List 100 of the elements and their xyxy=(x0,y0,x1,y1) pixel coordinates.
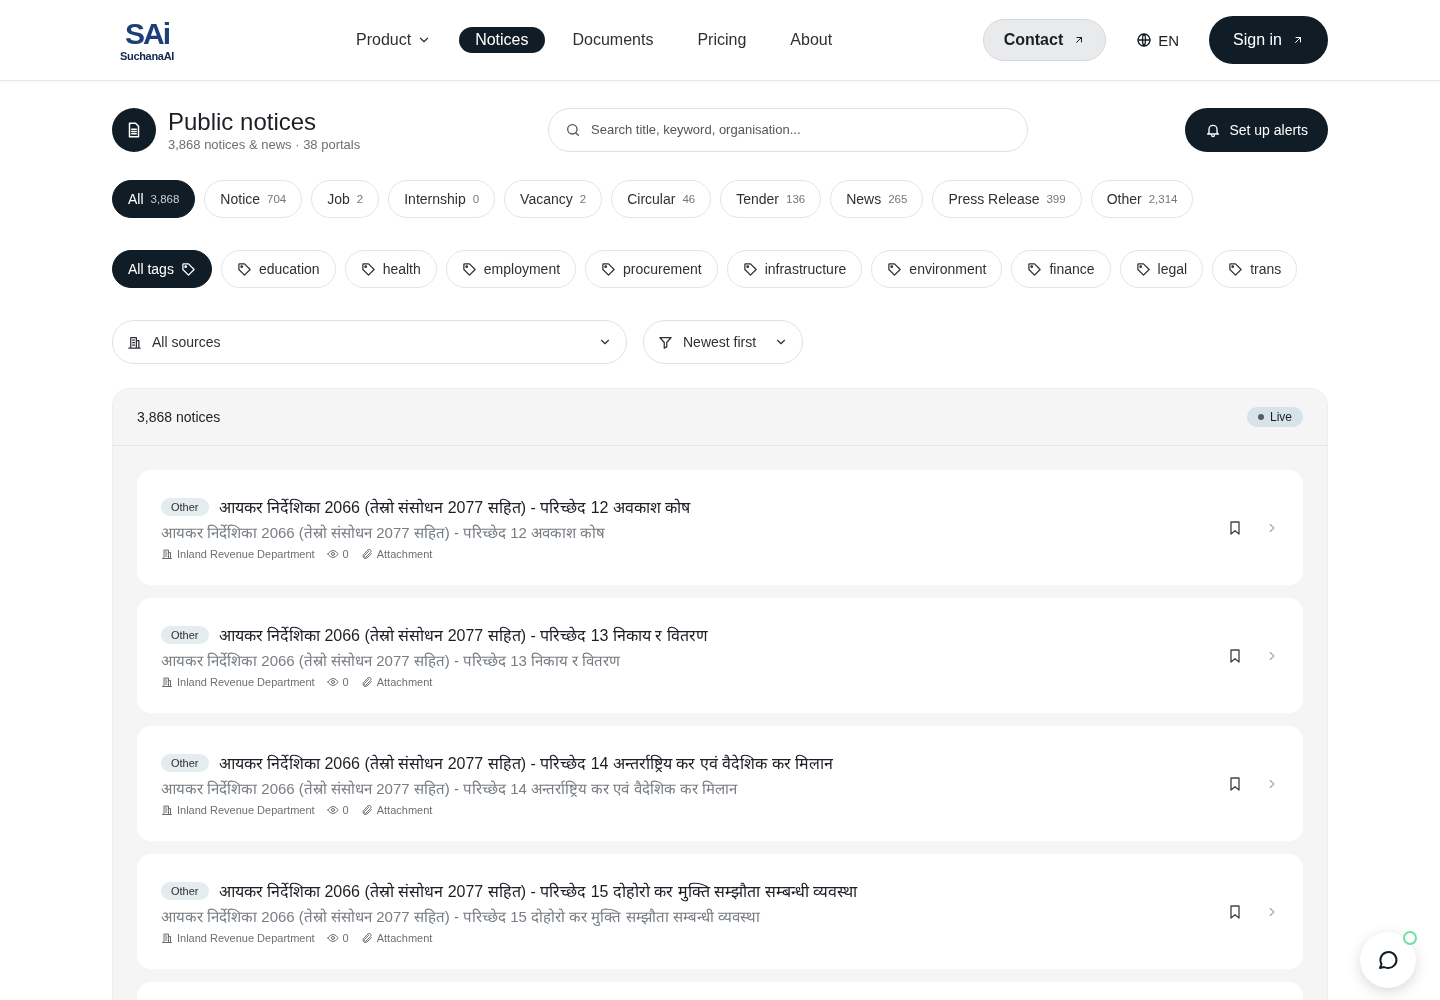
category-chip[interactable]: Notice 704 xyxy=(204,180,303,218)
attachment-label: Attachment xyxy=(376,931,433,944)
category-chip[interactable]: Job 2 xyxy=(311,180,380,218)
paperclip-icon xyxy=(360,803,373,816)
notice-count: 3,868 notices xyxy=(137,409,221,425)
eye-icon xyxy=(326,547,339,560)
tag-chip[interactable]: infrastructure xyxy=(726,250,863,288)
notice-card[interactable]: Other आयकर निर्देशिका 2066 (तेस्रो संसोधन 2077 सहित) - परिच्छेद 12 अवकाश कोष आयकर निर्देशिका 2066 (तेस्रो संसोधन 2077 सहित) - परिच्छेद 12 अवकाश कोष Inland Revenue Department 0 Attachment xyxy=(137,470,1303,585)
tag-icon xyxy=(1027,261,1043,277)
bookmark-button[interactable] xyxy=(1227,647,1243,664)
tag-chip[interactable]: procurement xyxy=(585,250,718,288)
page-subtitle: 3,868 notices & news · 38 portals xyxy=(168,137,362,152)
tag-icon xyxy=(601,261,617,277)
globe-icon xyxy=(1136,32,1153,48)
category-chip[interactable]: Internship 0 xyxy=(388,180,496,218)
chat-button[interactable] xyxy=(1360,932,1416,988)
tag-icon xyxy=(180,261,196,277)
chat-bubble-icon xyxy=(1376,948,1400,972)
tag-icon xyxy=(1228,261,1244,277)
view-count: 0 xyxy=(342,547,349,560)
tag-icon xyxy=(360,261,376,277)
category-chip[interactable]: News 265 xyxy=(830,180,924,218)
tag-chip[interactable]: employment xyxy=(445,250,577,288)
type-badge: Other xyxy=(161,881,209,900)
nav-link[interactable]: Product xyxy=(340,27,448,53)
type-badge: Other xyxy=(161,753,209,772)
search-input[interactable]: Search title, keyword, organisation... xyxy=(591,108,1011,151)
notice-summary: आयकर निर्देशिका 2066 (तेस्रो संसोधन 2077 सहित) - परिच्छेद 13 निकाय र वितरण xyxy=(161,650,622,670)
search-icon xyxy=(565,121,581,138)
notice-summary: आयकर निर्देशिका 2066 (तेस्रो संसोधन 2077 सहित) - परिच्छेद 14 अन्तर्राष्ट्रिय कर एवं वैदेशिक कर मिलान xyxy=(161,778,739,798)
tag-chip[interactable]: health xyxy=(344,250,437,288)
attachment-label: Attachment xyxy=(376,803,433,816)
bookmark-button[interactable] xyxy=(1227,519,1243,536)
paperclip-icon xyxy=(360,931,373,944)
type-badge: Other xyxy=(161,497,209,516)
view-count: 0 xyxy=(342,675,349,688)
live-badge: Live xyxy=(1247,407,1303,427)
category-chip[interactable]: Tender 136 xyxy=(720,180,822,218)
view-count: 0 xyxy=(342,931,349,944)
sign-in-button[interactable]: Sign in xyxy=(1209,16,1328,64)
tag-chip[interactable]: finance xyxy=(1011,250,1111,288)
nav-link[interactable]: About xyxy=(774,27,849,53)
filter-icon xyxy=(658,334,673,350)
paperclip-icon xyxy=(360,547,373,560)
tag-chip[interactable]: legal xyxy=(1119,250,1204,288)
notice-title[interactable]: आयकर निर्देशिका 2066 (तेस्रो संसोधन 2077 सहित) - परिच्छेद 12 अवकाश कोष xyxy=(218,495,691,518)
source-dropdown[interactable]: All sources xyxy=(112,320,627,364)
category-chip[interactable]: Other 2,314 xyxy=(1090,180,1194,218)
attachment-label: Attachment xyxy=(376,547,433,560)
notice-title[interactable]: आयकर निर्देशिका 2066 (तेस्रो संसोधन 2077 सहित) - परिच्छेद 15 दोहोरो कर मुक्ति सम्झौता सम्बन्धी व्यवस्था xyxy=(218,879,858,902)
notice-card[interactable]: Other आयकर निर्देशिका 2066 (तेस्रो संसोधन 2077 सहित) - परिच्छेद 13 निकाय र वितरण आयकर निर्देशिका 2066 (तेस्रो संसोधन 2077 सहित) - परिच्छेद 13 निकाय र वितरण Inland Revenue Department 0 Attachment xyxy=(137,598,1303,713)
tag-chip[interactable]: trans xyxy=(1212,250,1298,288)
tag-chip[interactable]: All tags xyxy=(112,250,212,288)
building-icon xyxy=(161,931,173,944)
bookmark-icon xyxy=(1227,519,1243,536)
language-button[interactable]: EN xyxy=(1130,30,1186,50)
category-chip[interactable]: Vacancy 2 xyxy=(504,180,603,218)
source-name: Inland Revenue Department xyxy=(177,675,315,688)
building-icon xyxy=(161,547,173,560)
tag-icon xyxy=(887,261,903,277)
logo-mark: SAi xyxy=(125,18,169,50)
set-up-alerts-button[interactable]: Set up alerts xyxy=(1185,107,1328,152)
building-icon xyxy=(161,675,173,688)
nav-link[interactable]: Pricing xyxy=(681,27,763,53)
view-count: 0 xyxy=(342,803,349,816)
category-chip[interactable]: Circular 46 xyxy=(611,180,712,218)
category-chip[interactable]: All 3,868 xyxy=(112,180,196,218)
tag-chip[interactable]: education xyxy=(220,250,336,288)
contact-button[interactable]: Contact xyxy=(982,19,1107,61)
tag-icon xyxy=(742,261,758,277)
eye-icon xyxy=(326,675,339,688)
notice-card[interactable] xyxy=(137,854,1303,969)
bookmark-button[interactable] xyxy=(1227,775,1243,792)
bookmark-icon xyxy=(1227,903,1243,920)
paperclip-icon xyxy=(360,675,373,688)
tag-chip[interactable]: environment xyxy=(871,250,1003,288)
bookmark-icon xyxy=(1227,775,1243,792)
notice-card[interactable] xyxy=(137,726,1303,841)
attachment-label: Attachment xyxy=(376,675,433,688)
building-icon xyxy=(127,334,142,350)
source-name: Inland Revenue Department xyxy=(177,547,315,560)
tag-icon xyxy=(461,261,477,277)
notice-title[interactable]: आयकर निर्देशिका 2066 (तेस्रो संसोधन 2077 सहित) - परिच्छेद 14 अन्तर्राष्ट्रिय कर एवं वैदेशिक कर मिलान xyxy=(218,751,834,774)
nav-link[interactable]: Notices xyxy=(459,27,545,53)
bookmark-button[interactable] xyxy=(1227,903,1243,920)
page-title: Public notices xyxy=(168,107,318,137)
notice-title[interactable]: आयकर निर्देशिका 2066 (तेस्रो संसोधन 2077 सहित) - परिच्छेद 13 निकाय र वितरण xyxy=(218,623,708,646)
type-badge: Other xyxy=(161,625,209,644)
tag-icon xyxy=(1135,261,1151,277)
category-chip[interactable]: Press Release 399 xyxy=(932,180,1082,218)
sort-dropdown[interactable]: Newest first xyxy=(643,320,803,364)
source-name: Inland Revenue Department xyxy=(177,803,315,816)
bookmark-icon xyxy=(1227,647,1243,664)
tag-icon xyxy=(236,261,252,277)
notice-summary: आयकर निर्देशिका 2066 (तेस्रो संसोधन 2077 सहित) - परिच्छेद 15 दोहोरो कर मुक्ति सम्झौता सम्बन्धी व्यवस्था xyxy=(161,906,761,926)
building-icon xyxy=(161,803,173,816)
logo-name: SuchanaAI xyxy=(119,50,175,62)
nav-link[interactable]: Documents xyxy=(556,27,670,53)
source-name: Inland Revenue Department xyxy=(177,931,315,944)
eye-icon xyxy=(326,931,339,944)
